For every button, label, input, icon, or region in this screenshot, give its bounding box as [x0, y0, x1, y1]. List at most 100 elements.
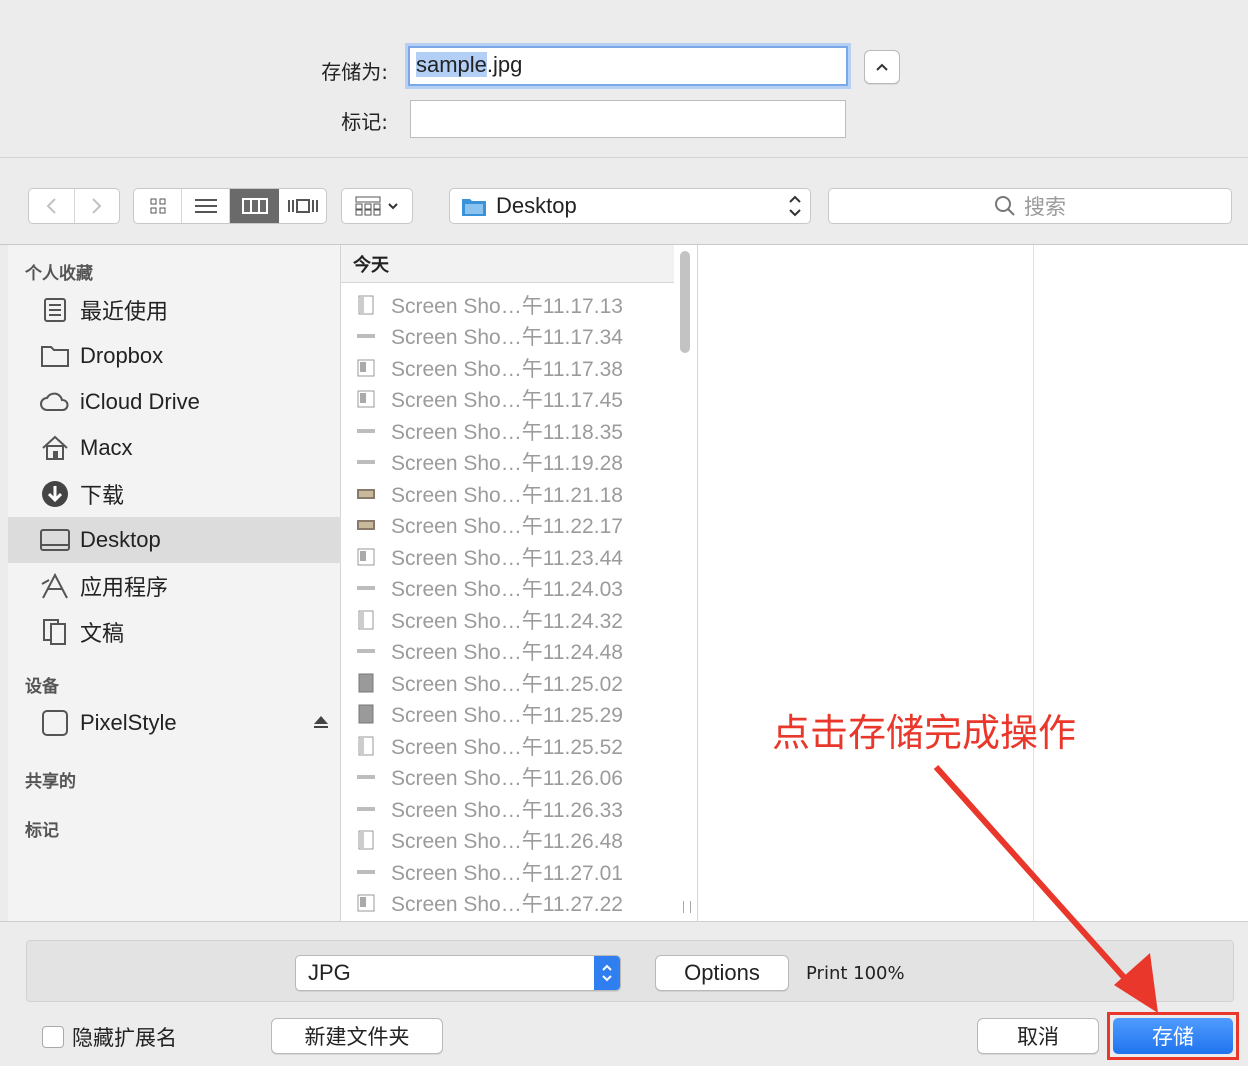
file-row[interactable]: Screen Sho…午11.24.48 [341, 636, 674, 668]
icon-view-button[interactable] [134, 189, 183, 223]
save-button[interactable]: 存储 [1113, 1018, 1233, 1054]
file-thumbnail-icon [355, 577, 377, 599]
file-row[interactable]: Screen Sho…午11.24.03 [341, 573, 674, 605]
favorites-list: 最近使用 Dropbox iCloud Drive Macx 下载 Deskto… [8, 287, 341, 655]
download-icon [38, 477, 72, 511]
chevron-down-icon [388, 203, 398, 210]
sidebar: 个人收藏 最近使用 Dropbox iCloud Drive Macx 下载 D… [8, 245, 341, 921]
sidebar-item-label: 应用程序 [80, 575, 169, 600]
cancel-button[interactable]: 取消 [977, 1018, 1099, 1054]
sidebar-item-documents[interactable]: 文稿 [8, 609, 341, 655]
search-field[interactable]: 搜索 [828, 188, 1232, 224]
file-name: Screen Sho…午11.25.29 [391, 704, 623, 728]
options-button[interactable]: Options [655, 955, 789, 991]
cloud-icon [38, 385, 72, 419]
back-button[interactable] [29, 189, 75, 223]
home-icon [38, 431, 72, 465]
applications-icon [38, 569, 72, 603]
disk-icon [38, 706, 72, 740]
file-name: Screen Sho…午11.17.45 [391, 389, 623, 413]
hide-extension-toggle[interactable]: 隐藏扩展名 [42, 1022, 177, 1052]
file-name: Screen Sho…午11.24.32 [391, 609, 623, 633]
new-folder-button[interactable]: 新建文件夹 [271, 1018, 443, 1054]
sidebar-item-label: Desktop [80, 527, 161, 552]
file-row[interactable]: Screen Sho…午11.26.33 [341, 793, 674, 825]
arrange-icon [355, 196, 381, 216]
sidebar-item-dropbox[interactable]: Dropbox [8, 333, 341, 379]
file-row[interactable]: Screen Sho…午11.27.22 [341, 888, 674, 920]
file-thumbnail-icon [355, 514, 377, 536]
forward-button[interactable] [75, 189, 120, 223]
tags-label: 标记: [341, 110, 388, 134]
sidebar-item-icloud[interactable]: iCloud Drive [8, 379, 341, 425]
location-label: Desktop [496, 193, 577, 218]
file-thumbnail-icon [355, 735, 377, 757]
file-row[interactable]: Screen Sho…午11.19.28 [341, 447, 674, 479]
save-header: 存储为: sample.jpg 标记: [0, 0, 1248, 157]
file-row[interactable]: Screen Sho…午11.26.06 [341, 762, 674, 794]
file-row[interactable]: Screen Sho…午11.17.38 [341, 352, 674, 384]
desktop-folder-icon [462, 199, 486, 216]
file-thumbnail-icon [355, 892, 377, 914]
location-popup[interactable]: Desktop [449, 188, 811, 224]
save-as-input[interactable]: sample.jpg [408, 46, 848, 86]
column-resize-handle[interactable] [683, 901, 691, 913]
file-row[interactable]: Screen Sho…午11.17.34 [341, 321, 674, 353]
file-row[interactable]: Screen Sho…午11.25.52 [341, 730, 674, 762]
chevron-up-icon [876, 63, 888, 71]
file-name: Screen Sho…午11.23.44 [391, 546, 623, 570]
file-thumbnail-icon [355, 829, 377, 851]
sidebar-item-applications[interactable]: 应用程序 [8, 563, 341, 609]
column-header-today: 今天 [341, 245, 674, 283]
save-as-label: 存储为: [321, 60, 388, 84]
eject-icon[interactable] [313, 710, 329, 736]
sidebar-item-recents[interactable]: 最近使用 [8, 287, 341, 333]
folder-icon [38, 339, 72, 373]
sidebar-item-label: PixelStyle [80, 710, 177, 735]
file-name: Screen Sho…午11.21.18 [391, 483, 623, 507]
file-row[interactable]: Screen Sho…午11.26.48 [341, 825, 674, 857]
column-view-button[interactable] [230, 189, 279, 223]
sidebar-item-macx[interactable]: Macx [8, 425, 341, 471]
coverflow-view-button[interactable] [279, 189, 326, 223]
file-row[interactable]: Screen Sho…午11.21.18 [341, 478, 674, 510]
file-name: Screen Sho…午11.24.03 [391, 578, 623, 602]
file-row[interactable]: Screen Sho…午11.23.44 [341, 541, 674, 573]
file-name: Screen Sho…午11.26.06 [391, 767, 623, 791]
format-select[interactable]: JPG [295, 955, 621, 991]
file-row[interactable]: Screen Sho…午11.25.29 [341, 699, 674, 731]
file-name: Screen Sho…午11.18.35 [391, 420, 623, 444]
file-row[interactable]: Screen Sho…午11.22.17 [341, 510, 674, 542]
sidebar-item-desktop[interactable]: Desktop [8, 517, 341, 563]
hide-extension-checkbox[interactable] [42, 1026, 64, 1048]
file-thumbnail-icon [355, 325, 377, 347]
sidebar-item-downloads[interactable]: 下载 [8, 471, 341, 517]
file-row[interactable]: Screen Sho…午11.17.13 [341, 289, 674, 321]
sidebar-item-pixelstyle[interactable]: PixelStyle [8, 700, 341, 746]
tags-input[interactable] [410, 100, 846, 138]
list-view-button[interactable] [182, 189, 231, 223]
list-icon [194, 199, 217, 213]
file-thumbnail-icon [355, 703, 377, 725]
file-row[interactable]: Screen Sho…午11.18.35 [341, 415, 674, 447]
favorites-header: 个人收藏 [25, 264, 93, 284]
sidebar-item-label: 最近使用 [80, 299, 169, 324]
file-row[interactable]: Screen Sho…午11.17.45 [341, 384, 674, 416]
file-column: 今天 Screen Sho…午11.17.13 Screen Sho…午11.17… [341, 245, 698, 921]
file-thumbnail-icon [355, 451, 377, 473]
scrollbar-thumb[interactable] [680, 251, 690, 353]
file-row[interactable]: Screen Sho…午11.25.02 [341, 667, 674, 699]
sidebar-item-label: Dropbox [80, 343, 164, 368]
file-row[interactable]: Screen Sho…午11.24.32 [341, 604, 674, 636]
file-name: Screen Sho…午11.26.33 [391, 798, 623, 822]
file-thumbnail-icon [355, 388, 377, 410]
file-row[interactable]: Screen Sho…午11.27.01 [341, 856, 674, 888]
sidebar-item-label: iCloud Drive [80, 389, 200, 414]
save-as-extension-text: .jpg [486, 52, 523, 77]
file-thumbnail-icon [355, 798, 377, 820]
annotation-arrow-icon [933, 765, 1158, 1013]
collapse-button[interactable] [864, 50, 900, 84]
arrange-button[interactable] [341, 188, 413, 224]
print-scale-label: Print 100% [806, 963, 905, 984]
file-thumbnail-icon [355, 609, 377, 631]
